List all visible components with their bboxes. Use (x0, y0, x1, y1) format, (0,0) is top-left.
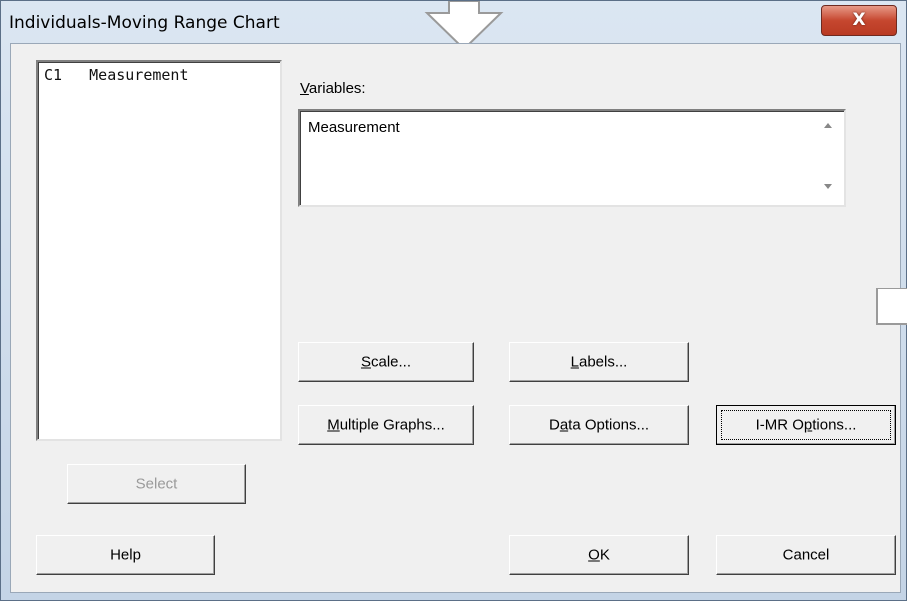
dialog-client-area: C1 Measurement Variables: Measurement Sc… (10, 43, 901, 593)
scale-button[interactable]: Scale... (298, 342, 474, 382)
imr-options-button[interactable]: I-MR Options... (716, 405, 896, 445)
data-options-button[interactable]: Data Options... (509, 405, 689, 445)
labels-button[interactable]: Labels... (509, 342, 689, 382)
close-icon: X (852, 10, 866, 30)
side-arrow-annotation-icon (876, 288, 907, 325)
close-button[interactable]: X (821, 5, 897, 36)
dialog-window: Individuals-Moving Range Chart X C1 Meas… (0, 0, 907, 601)
scroll-down-icon[interactable] (824, 184, 832, 189)
multiple-graphs-button[interactable]: Multiple Graphs... (298, 405, 474, 445)
window-title: Individuals-Moving Range Chart (9, 13, 280, 33)
variables-label: Variables: (300, 80, 366, 97)
list-item[interactable]: C1 Measurement (44, 66, 189, 84)
cancel-button[interactable]: Cancel (716, 535, 896, 575)
variables-input[interactable]: Measurement (298, 109, 846, 207)
scroll-up-icon[interactable] (824, 123, 832, 128)
columns-listbox[interactable]: C1 Measurement (36, 60, 282, 441)
help-button[interactable]: Help (36, 535, 215, 575)
select-button[interactable]: Select (67, 464, 246, 504)
variables-value: Measurement (308, 119, 400, 136)
ok-button[interactable]: OK (509, 535, 689, 575)
